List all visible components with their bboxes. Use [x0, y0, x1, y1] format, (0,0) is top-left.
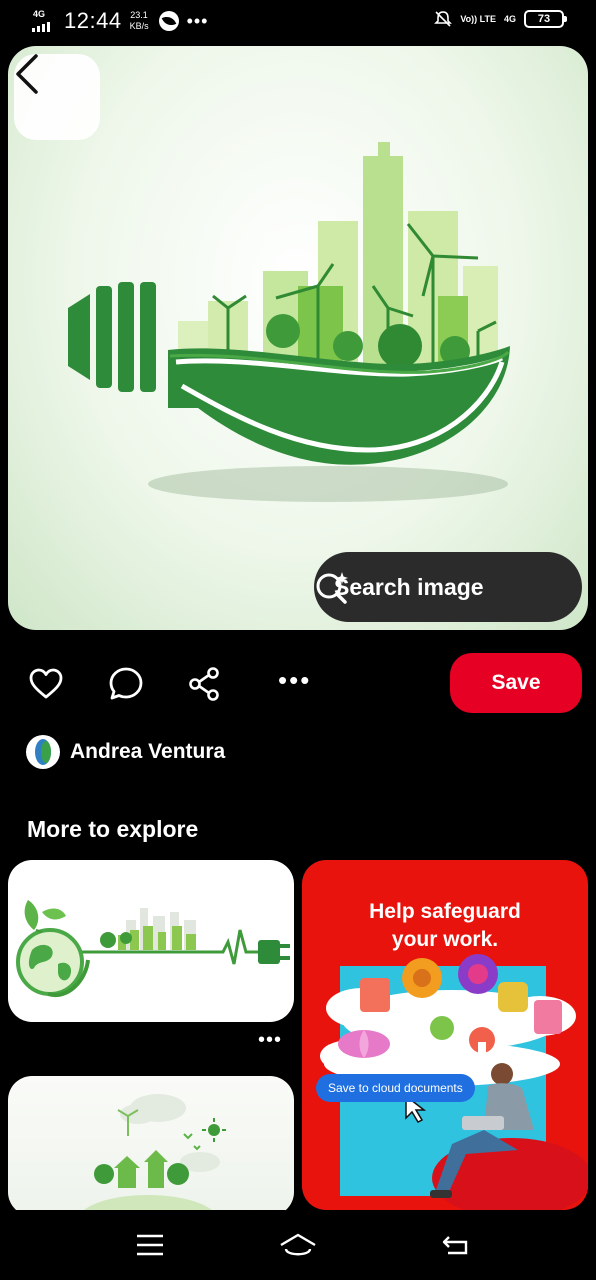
eco-globe-plug-illustration — [16, 900, 290, 998]
app-notification-icon — [158, 11, 179, 31]
nav-back-icon — [442, 1236, 468, 1255]
author-row[interactable]: Andrea Ventura — [26, 735, 225, 769]
volte-indicator: Vo)) LTE — [460, 14, 496, 24]
like-button[interactable] — [26, 664, 66, 704]
mute-icon — [434, 11, 453, 27]
more-icon[interactable]: ••• — [278, 667, 311, 693]
comment-button[interactable] — [106, 664, 146, 704]
section-title: More to explore — [27, 816, 199, 842]
search-lens-icon — [316, 572, 348, 604]
nav-back-button[interactable] — [436, 1228, 476, 1262]
author-avatar — [26, 735, 60, 769]
back-button[interactable] — [14, 54, 100, 140]
network-type: 4G — [33, 9, 46, 19]
back-icon — [16, 54, 38, 94]
cloud-documents-ad-illustration — [320, 954, 588, 1210]
search-image-label: Search image — [334, 573, 484, 600]
system-nav-bar — [0, 1210, 596, 1280]
explore-pin-ad[interactable]: Help safeguard your work. Save to cloud … — [302, 860, 588, 1210]
status-bar: 4G 12:44 23.1 KB/s ••• Vo)) LTE 4G 73 — [0, 0, 596, 46]
network-speed: 23.1 KB/s — [129, 10, 149, 31]
share-button[interactable] — [184, 664, 224, 704]
clock: 12:44 — [64, 8, 122, 33]
eco-lightbulb-illustration — [68, 142, 510, 502]
heart-icon — [29, 668, 63, 699]
explore-pin-eco-globe[interactable] — [8, 860, 294, 1022]
ad-cloud-label: Save to cloud documents — [316, 1074, 475, 1102]
more-notifications-icon: ••• — [186, 10, 209, 31]
home-button[interactable] — [278, 1228, 318, 1262]
battery-indicator: 73 — [524, 10, 567, 28]
signal-icon: 4G — [32, 8, 58, 34]
recents-button[interactable] — [130, 1228, 170, 1262]
comment-icon — [109, 667, 143, 700]
share-icon — [189, 667, 219, 701]
eco-village-illustration — [78, 1094, 226, 1216]
menu-icon — [137, 1234, 163, 1256]
network-type-right: 4G — [503, 14, 516, 24]
explore-pin-eco-village[interactable] — [8, 1076, 294, 1216]
pin-more-icon[interactable]: ••• — [258, 1030, 282, 1050]
pin-actions: ••• Save — [0, 652, 596, 716]
pin-image[interactable]: Search image — [8, 46, 588, 630]
author-name: Andrea Ventura — [70, 740, 226, 763]
home-icon — [280, 1233, 316, 1256]
save-button[interactable]: Save — [450, 653, 582, 713]
search-image-button[interactable]: Search image — [314, 552, 582, 622]
